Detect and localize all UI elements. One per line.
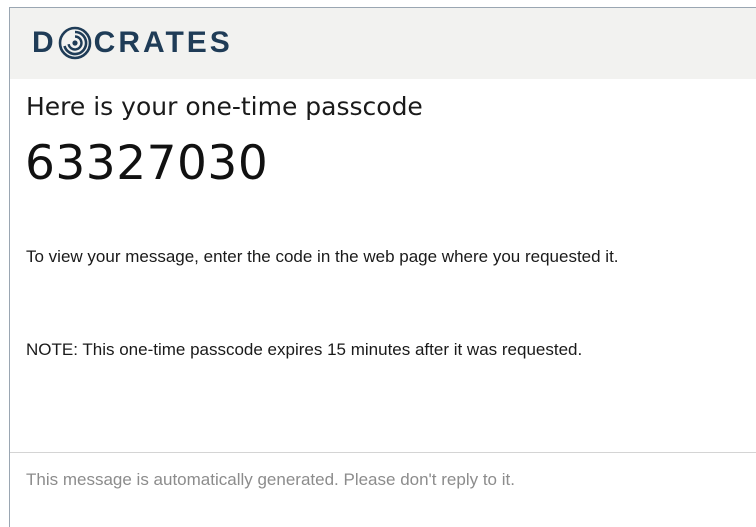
brand-header: D CRATES [10, 8, 756, 79]
logo-text-left: D [32, 26, 57, 59]
footer-divider [10, 452, 756, 453]
logo-text-right: CRATES [93, 26, 233, 59]
concentric-circles-icon [58, 26, 92, 60]
passcode-intro-heading: Here is your one-time passcode [26, 92, 423, 121]
instructions-text: To view your message, enter the code in … [26, 247, 619, 266]
one-time-passcode: 63327030 [25, 136, 269, 191]
email-frame: D CRATES Here is your one-time passcode … [9, 7, 756, 527]
brand-logo: D CRATES [32, 25, 233, 61]
auto-generated-footer: This message is automatically generated.… [26, 470, 515, 489]
expiry-note: NOTE: This one-time passcode expires 15 … [26, 340, 583, 359]
